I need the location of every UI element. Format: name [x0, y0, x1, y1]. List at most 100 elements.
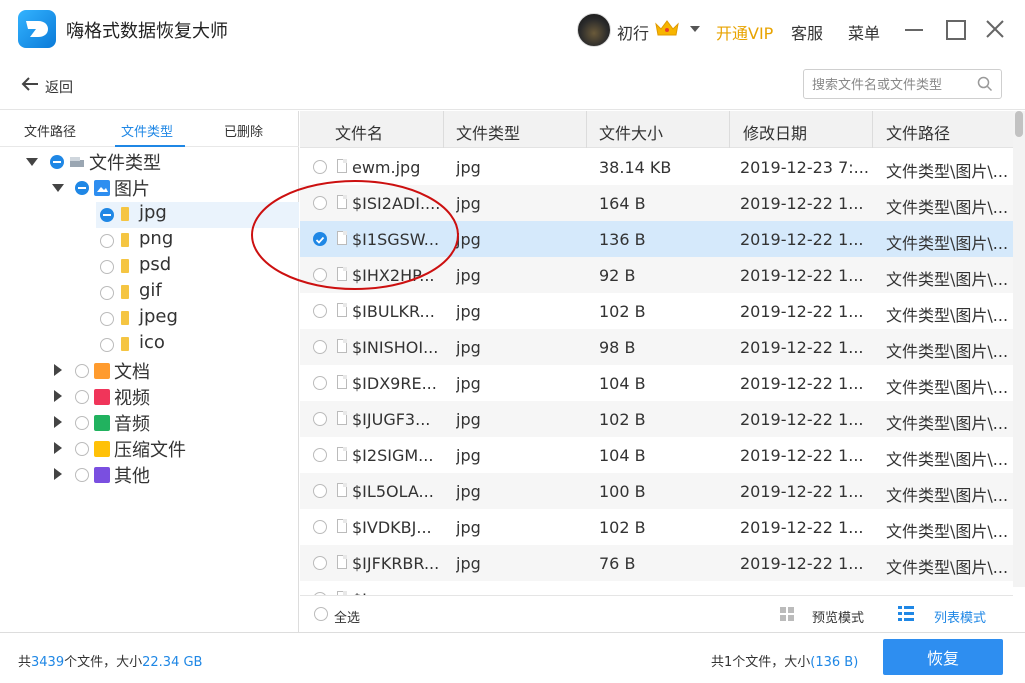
tree-root[interactable]: 文件类型 — [0, 149, 299, 175]
scrollbar-thumb[interactable] — [1015, 111, 1023, 137]
column-divider[interactable] — [872, 111, 873, 148]
row-checkbox-checked[interactable] — [313, 232, 327, 246]
collapse-arrow-icon[interactable] — [52, 184, 64, 192]
cell-path: 文件类型\图片\... — [886, 234, 1009, 253]
tree-other-checkbox[interactable] — [75, 468, 89, 482]
tree-jpg-checkbox[interactable] — [100, 208, 114, 222]
cell-path: 文件类型\图片\... — [886, 450, 1009, 469]
expand-arrow-icon[interactable] — [54, 468, 62, 480]
tree-ico-checkbox[interactable] — [100, 338, 114, 352]
table-row[interactable]: $IDX9RE... jpg 104 B 2019-12-22 1... 文件类型\图片… — [300, 365, 1013, 401]
tree-item-psd[interactable]: psd — [96, 254, 299, 280]
select-all-checkbox[interactable] — [314, 607, 328, 621]
row-checkbox[interactable] — [313, 484, 327, 498]
row-checkbox[interactable] — [313, 196, 327, 210]
user-dropdown-icon[interactable] — [690, 26, 700, 32]
expand-arrow-icon[interactable] — [54, 442, 62, 454]
tree-gif-checkbox[interactable] — [100, 286, 114, 300]
service-button[interactable]: 客服 — [791, 20, 823, 44]
tree-jpeg-checkbox[interactable] — [100, 312, 114, 326]
row-checkbox[interactable] — [313, 268, 327, 282]
cell-date: 2019-12-22 1... — [740, 446, 864, 465]
column-header-date[interactable]: 修改日期 — [743, 120, 807, 144]
tree-node-archives[interactable]: 压缩文件 — [0, 436, 299, 462]
table-row[interactable]: $INISHOI... jpg 98 B 2019-12-22 1... 文件类型\图片… — [300, 329, 1013, 365]
recover-button[interactable]: 恢复 — [883, 639, 1003, 675]
column-header-size[interactable]: 文件大小 — [599, 120, 663, 144]
maximize-button[interactable] — [944, 18, 966, 40]
table-row[interactable]: $IJUGF3... jpg 102 B 2019-12-22 1... 文件类型\图片… — [300, 401, 1013, 437]
column-header-type[interactable]: 文件类型 — [456, 120, 520, 144]
row-checkbox[interactable] — [313, 448, 327, 462]
tab-file-type[interactable]: 文件类型 — [121, 121, 173, 140]
avatar[interactable] — [577, 13, 611, 47]
app-window: 嗨格式数据恢复大师 初行 开通VIP 客服 菜单 返回 搜索文件名或文件类型 文… — [0, 0, 1025, 683]
row-checkbox[interactable] — [313, 556, 327, 570]
tree-category-label: 文档 — [114, 362, 150, 383]
minimize-button[interactable] — [903, 18, 925, 40]
select-all-label[interactable]: 全选 — [334, 607, 360, 626]
tab-file-path[interactable]: 文件路径 — [24, 121, 76, 140]
tree-images-checkbox[interactable] — [75, 181, 89, 195]
column-divider[interactable] — [729, 111, 730, 148]
tree-png-checkbox[interactable] — [100, 234, 114, 248]
tree-node-video[interactable]: 视频 — [0, 384, 299, 410]
table-row[interactable]: $I2SIGM... jpg 104 B 2019-12-22 1... 文件类型\图片… — [300, 437, 1013, 473]
row-checkbox[interactable] — [313, 376, 327, 390]
column-divider[interactable] — [586, 111, 587, 148]
table-row[interactable]: $I... — [300, 581, 1013, 595]
table-row[interactable]: $IHX2HP... jpg 92 B 2019-12-22 1... 文件类型\图片\… — [300, 257, 1013, 293]
column-header-name[interactable]: 文件名 — [335, 120, 383, 144]
username[interactable]: 初行 — [617, 20, 649, 44]
table-row[interactable]: $IL5OLA... jpg 100 B 2019-12-22 1... 文件类型\图片… — [300, 473, 1013, 509]
table-row[interactable]: $IVDKBJ... jpg 102 B 2019-12-22 1... 文件类型\图片… — [300, 509, 1013, 545]
list-mode-button[interactable]: 列表模式 — [934, 607, 986, 626]
tree-audio-checkbox[interactable] — [75, 416, 89, 430]
search-box[interactable] — [803, 69, 1002, 99]
tab-deleted[interactable]: 已删除 — [224, 121, 263, 140]
expand-arrow-icon[interactable] — [54, 416, 62, 428]
expand-arrow-icon[interactable] — [54, 390, 62, 402]
tree-item-jpeg[interactable]: jpeg — [96, 306, 299, 332]
tree-item-png[interactable]: png — [96, 228, 299, 254]
table-row[interactable]: $I1SGSW... jpg 136 B 2019-12-22 1... 文件类型\图片… — [300, 221, 1013, 257]
cell-date: 2019-12-22 1... — [740, 554, 864, 573]
search-input[interactable] — [812, 75, 972, 95]
list-view-icon[interactable] — [898, 606, 914, 621]
tree-video-checkbox[interactable] — [75, 390, 89, 404]
table-row[interactable]: $IBULKR... jpg 102 B 2019-12-22 1... 文件类型\图片… — [300, 293, 1013, 329]
table-row[interactable]: $IJFKRBR... jpg 76 B 2019-12-22 1... 文件类型\图片… — [300, 545, 1013, 581]
expand-arrow-icon[interactable] — [54, 364, 62, 376]
row-checkbox[interactable] — [313, 340, 327, 354]
tree-item-ico[interactable]: ico — [96, 332, 299, 358]
row-checkbox[interactable] — [313, 160, 327, 174]
tree-node-images[interactable]: 图片 — [0, 175, 299, 201]
grid-view-icon[interactable] — [780, 607, 794, 621]
tree-archives-checkbox[interactable] — [75, 442, 89, 456]
preview-mode-button[interactable]: 预览模式 — [812, 607, 864, 626]
tree-psd-checkbox[interactable] — [100, 260, 114, 274]
back-button[interactable]: 返回 — [45, 77, 73, 97]
total-prefix: 共 — [18, 655, 32, 670]
row-checkbox[interactable] — [313, 412, 327, 426]
tree-node-documents[interactable]: 文档 — [0, 358, 299, 384]
row-checkbox[interactable] — [313, 520, 327, 534]
tree-item-jpg[interactable]: jpg — [96, 202, 299, 228]
row-checkbox[interactable] — [313, 304, 327, 318]
menu-button[interactable]: 菜单 — [848, 20, 880, 44]
vertical-scrollbar[interactable] — [1013, 111, 1025, 587]
tree-node-audio[interactable]: 音频 — [0, 410, 299, 436]
column-divider[interactable] — [443, 111, 444, 148]
collapse-arrow-icon[interactable] — [26, 158, 38, 166]
search-icon[interactable] — [977, 76, 993, 92]
back-arrow-icon[interactable] — [20, 76, 40, 92]
table-row[interactable]: $ISI2ADI.... jpg 164 B 2019-12-22 1... 文件类型\… — [300, 185, 1013, 221]
tree-node-other[interactable]: 其他 — [0, 462, 299, 488]
tree-root-checkbox[interactable] — [50, 155, 64, 169]
vip-link[interactable]: 开通VIP — [716, 20, 773, 44]
table-row[interactable]: ewm.jpg jpg 38.14 KB 2019-12-23 7:... 文件类型\图… — [300, 149, 1013, 185]
close-button[interactable] — [984, 18, 1006, 40]
column-header-path[interactable]: 文件路径 — [886, 120, 950, 144]
tree-item-gif[interactable]: gif — [96, 280, 299, 306]
tree-documents-checkbox[interactable] — [75, 364, 89, 378]
